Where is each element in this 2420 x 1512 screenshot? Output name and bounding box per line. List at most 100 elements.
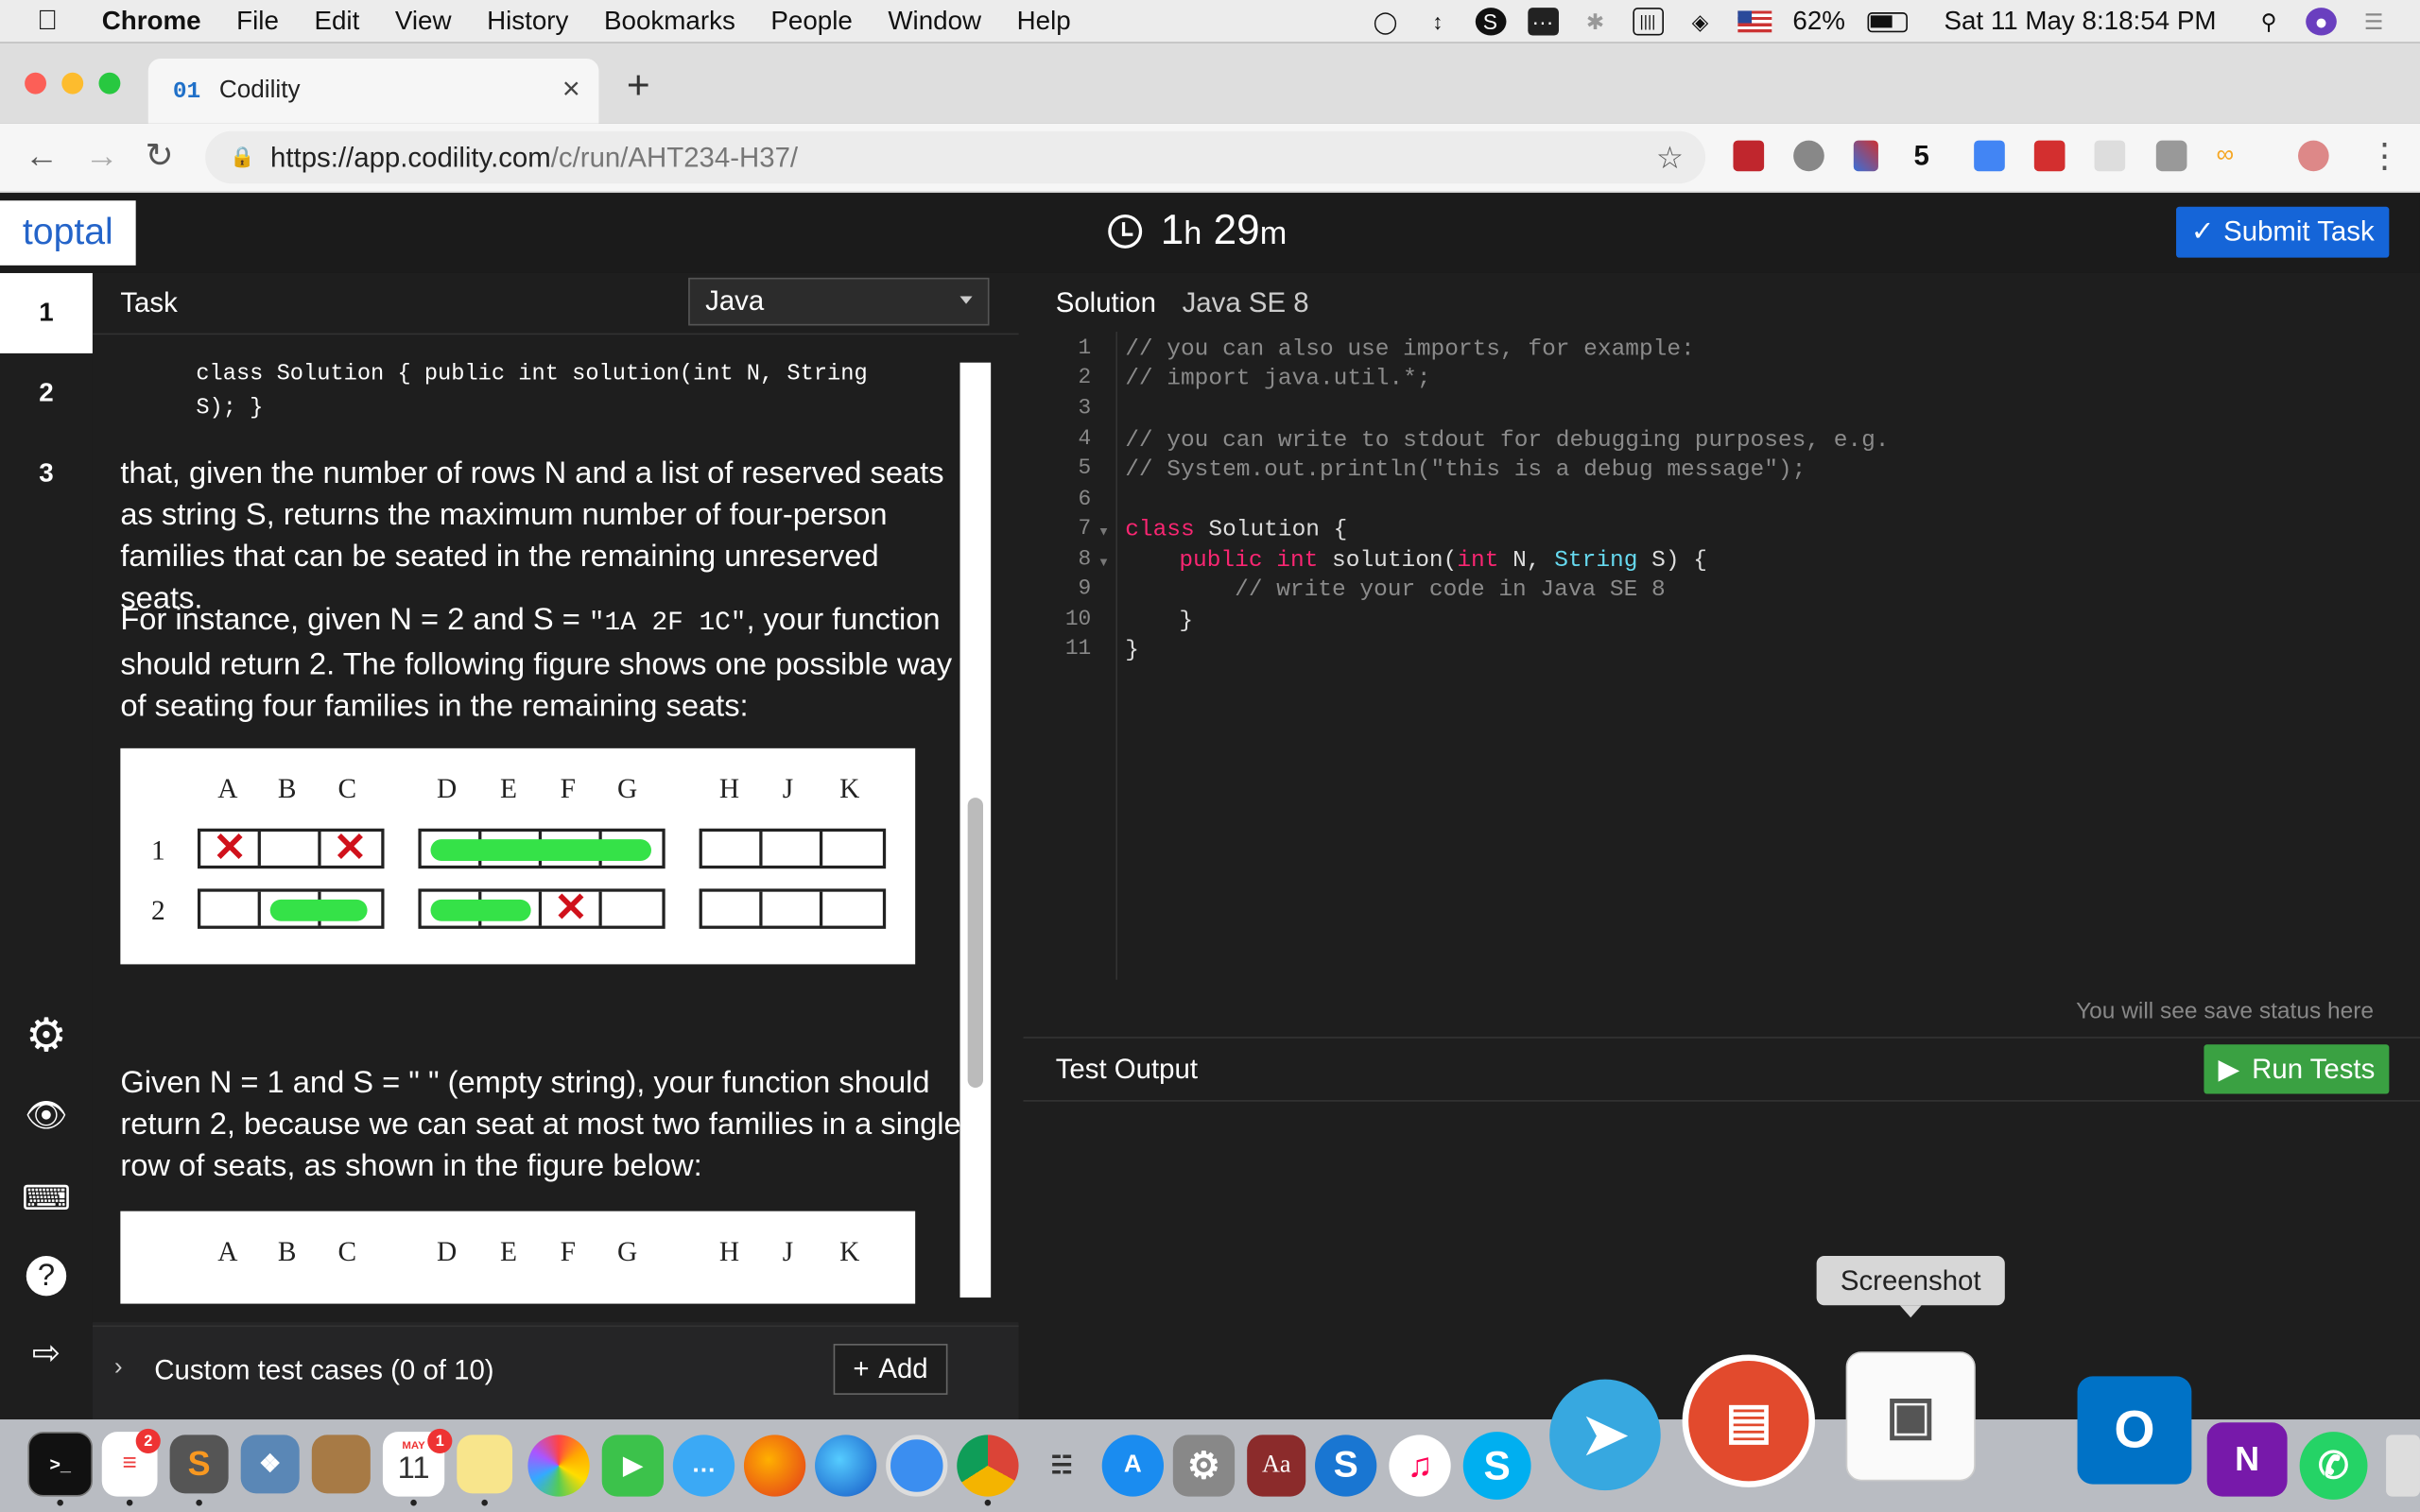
menu-window[interactable]: Window [888,6,981,37]
extension-eyedropper-icon[interactable] [1853,140,1878,172]
extension-camera-icon[interactable] [2155,140,2187,172]
contacts-book-icon[interactable] [311,1435,371,1494]
screen-sharing-icon[interactable]: ▤ [1682,1354,1815,1487]
running-indicator [196,1499,202,1506]
whatsapp-icon[interactable]: ✆ [2299,1432,2368,1500]
forward-arrow-icon[interactable]: → [85,136,119,176]
app-store-icon[interactable]: A [1101,1435,1165,1497]
task-description: class Solution { public int solution(int… [92,335,1019,1323]
skype-tray-icon[interactable]: S [1475,8,1506,36]
language-select[interactable]: Java [688,277,990,326]
extension-gear-icon[interactable] [1793,140,1824,172]
mindmap-icon[interactable]: ☵ [1031,1438,1093,1494]
firefox-developer-icon[interactable] [815,1435,877,1497]
help-icon[interactable]: ? [22,1251,71,1300]
extension-book-icon[interactable] [1733,140,1765,172]
task-tab-2[interactable]: 2 [0,353,93,434]
seat [602,892,663,926]
profile-avatar[interactable] [2298,140,2329,172]
close-window-button[interactable] [25,72,46,94]
extension-chat-icon[interactable] [2094,140,2126,172]
facetime-icon[interactable]: ▶ [601,1435,665,1497]
reload-icon[interactable]: ↻ [145,136,173,176]
close-tab-icon[interactable]: × [562,73,580,109]
dictionary-icon[interactable]: Aa [1247,1435,1306,1497]
exit-icon[interactable]: ⇨ [22,1329,71,1378]
clock-datetime[interactable]: Sat 11 May 8:18:54 PM [1944,7,2216,38]
photos-icon[interactable] [527,1435,590,1497]
run-tests-button[interactable]: ▶ Run Tests [2204,1044,2390,1094]
seat [763,891,823,926]
menu-view[interactable]: View [395,6,452,37]
creative-cloud-icon[interactable]: ◯ [1370,8,1401,35]
more-tray-icon[interactable]: ··· [1527,8,1559,36]
preview-bird-icon[interactable]: ❖ [240,1435,300,1494]
onenote-icon[interactable]: N [2206,1422,2288,1497]
extension-translate-icon[interactable] [1974,140,2005,172]
fold-arrow-icon[interactable]: ▼ [1098,556,1110,570]
firefox-icon[interactable] [743,1435,806,1497]
settings-gear-icon[interactable]: ⚙ [22,1010,71,1061]
menu-edit[interactable]: Edit [314,6,359,37]
chevron-right-icon[interactable]: › [114,1354,123,1382]
menu-file[interactable]: File [236,6,279,37]
menu-help[interactable]: Help [1017,6,1071,37]
seat-label-d: D [437,772,458,804]
menu-bookmarks[interactable]: Bookmarks [604,6,735,37]
stickies-icon[interactable] [457,1435,513,1494]
outlook-icon[interactable]: O [2077,1376,2192,1485]
chrome-icon[interactable] [957,1435,1019,1497]
minimize-window-button[interactable] [61,72,84,94]
task-tab-3[interactable]: 3 [0,434,93,514]
siri-icon[interactable]: ● [2306,8,2337,36]
task-header: Task Java [92,272,1019,335]
apple-menu-icon[interactable]:  [37,5,71,37]
menu-history[interactable]: History [487,6,568,37]
add-test-case-button[interactable]: + Add [833,1344,948,1395]
safari-icon[interactable] [886,1435,948,1497]
address-bar[interactable]: 🔒 https://app.codility.com/c/run/AHT234-… [205,130,1706,184]
custom-tests-toggle[interactable]: Custom test cases (0 of 10) [154,1354,493,1386]
seat: ✕ [200,827,261,868]
submit-task-button[interactable]: ✓ Submit Task [2176,206,2390,258]
spotlight-search-icon[interactable]: ⚲ [2254,8,2285,35]
notification-center-icon[interactable]: ☰ [2359,8,2390,35]
zoom-window-button[interactable] [98,72,121,94]
us-flag-input-icon[interactable] [1737,10,1772,33]
screenshot-app-icon[interactable]: ▣ [1845,1351,1976,1482]
itunes-icon[interactable]: ♫ [1389,1435,1451,1497]
chrome-menu-icon[interactable]: ⋮ [2367,136,2401,176]
terminal-icon[interactable]: >_ [27,1432,93,1497]
extension-5-icon[interactable]: 5 [1913,141,1945,172]
menu-app-name[interactable]: Chrome [102,6,201,37]
code-keyword: public [1179,547,1263,575]
bookmark-star-icon[interactable]: ☆ [1656,139,1684,178]
battery-icon[interactable] [1866,11,1908,32]
extension-red-badge-icon[interactable] [2033,140,2066,172]
task-scrollbar-thumb[interactable] [967,798,983,1089]
extension-infinity-icon[interactable]: ∞ [2216,141,2247,172]
trash-icon[interactable] [2386,1435,2420,1497]
task-tab-1[interactable]: 1 [0,272,93,353]
telegram-icon[interactable]: ➤ [1549,1379,1661,1491]
code-text-area[interactable]: // you can also use imports, for example… [1115,332,2420,980]
menu-people[interactable]: People [770,6,852,37]
new-tab-button[interactable]: + [627,61,650,110]
system-preferences-icon[interactable]: ⚙ [1172,1435,1236,1497]
bluetooth-icon[interactable]: ✱ [1580,8,1611,35]
messages-icon[interactable]: … [672,1435,735,1497]
browser-tab[interactable]: 01 Codility × [147,59,599,124]
sublime-text-icon[interactable]: S [169,1435,229,1494]
back-arrow-icon[interactable]: ← [25,136,59,176]
keyboard-tray-icon[interactable]: |||| [1632,8,1664,36]
fold-arrow-icon[interactable]: ▼ [1098,524,1110,539]
toptal-logo[interactable]: toptal [0,200,136,266]
skype-icon[interactable]: S [1462,1432,1531,1500]
seat [702,891,763,926]
wifi-icon[interactable]: ◈ [1685,8,1716,35]
arrows-updown-icon[interactable]: ↕ [1423,8,1454,35]
skype-for-business-icon[interactable]: S [1315,1435,1377,1497]
keyboard-icon[interactable]: ⌨ [22,1174,71,1223]
clock-icon [1108,214,1143,249]
visibility-eye-icon[interactable]: 👁 [22,1091,71,1140]
